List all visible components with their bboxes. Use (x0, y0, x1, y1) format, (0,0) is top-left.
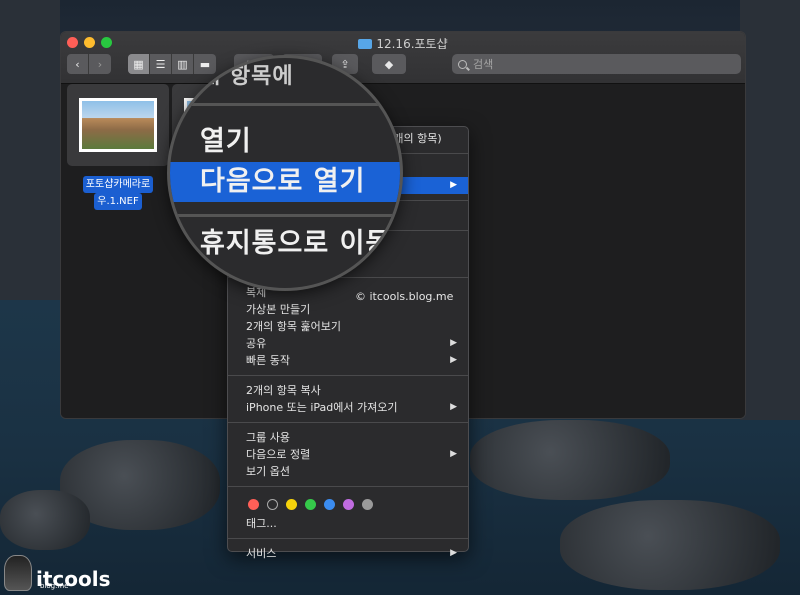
magnified-separator (170, 103, 400, 106)
magnified-open: 열기 (200, 126, 252, 157)
menu-separator (228, 486, 468, 487)
toolbar: ‹ › ▦ ☰ ▥ ▬ ▦▾ ✱▾ ⇪ ◆ 검색 (67, 54, 741, 74)
file-item[interactable]: 포토샵카메라로 우.1.NEF (67, 84, 169, 210)
menu-item-label: 공유 (246, 337, 267, 350)
submenu-arrow-icon: ▶ (450, 548, 457, 558)
menu-item-label: iPhone 또는 iPad에서 가져오기 (246, 401, 398, 414)
magnified-separator (170, 214, 400, 217)
menu-item-quick-look[interactable]: 2개의 항목 훑어보기 (228, 318, 468, 335)
menu-separator (228, 422, 468, 423)
logo-subtext: blog.me (40, 582, 69, 590)
wallpaper-cliff-left (0, 0, 60, 300)
magnifier-callout: 개 항목에 열기 다음으로 열기 휴지통으로 이동 (170, 58, 400, 288)
menu-item-sort-by[interactable]: 다음으로 정렬 ▶ (228, 446, 468, 463)
file-label: 포토샵카메라로 우.1.NEF (67, 176, 169, 210)
avatar (4, 555, 32, 591)
tag-blue[interactable] (324, 498, 335, 510)
photo-thumbnail (79, 98, 157, 152)
back-button[interactable]: ‹ (67, 54, 89, 74)
tag-red[interactable] (248, 498, 259, 510)
menu-separator (228, 538, 468, 539)
submenu-arrow-icon: ▶ (450, 338, 457, 348)
wallpaper-rock (0, 490, 90, 550)
nav-buttons: ‹ › (67, 54, 111, 74)
menu-item-quick-actions[interactable]: 빠른 동작 ▶ (228, 352, 468, 369)
submenu-arrow-icon: ▶ (450, 402, 457, 412)
menu-item-label: 서비스 (246, 547, 277, 560)
magnified-open-with: 다음으로 열기 (170, 162, 400, 202)
watermark-text: © itcools.blog.me (355, 290, 454, 303)
menu-item-use-groups[interactable]: 그룹 사용 (228, 429, 468, 446)
file-label-line: 포토샵카메라로 (82, 176, 154, 193)
wallpaper-cliff-right (740, 0, 800, 420)
icon-view-button[interactable]: ▦ (128, 54, 150, 74)
menu-item-services[interactable]: 서비스 ▶ (228, 545, 468, 562)
search-icon (458, 59, 467, 69)
menu-item-import-from-iphone[interactable]: iPhone 또는 iPad에서 가져오기 ▶ (228, 399, 468, 416)
menu-item-tags[interactable]: 태그... (228, 515, 468, 532)
folder-icon (358, 39, 373, 49)
menu-item-view-options[interactable]: 보기 옵션 (228, 463, 468, 480)
magnified-partial-text: 개 항목에 (200, 64, 294, 89)
tag-color-row (228, 493, 468, 515)
search-placeholder: 검색 (473, 58, 494, 71)
submenu-arrow-icon: ▶ (450, 449, 457, 459)
magnified-move-to-trash: 휴지통으로 이동 (200, 228, 392, 259)
menu-item-share[interactable]: 공유 ▶ (228, 335, 468, 352)
tag-green[interactable] (305, 498, 316, 510)
window-title: 12.16.포토샵 (61, 35, 745, 52)
wallpaper-rock (470, 420, 670, 500)
tag-purple[interactable] (343, 498, 354, 510)
menu-item-label: 다음으로 정렬 (246, 448, 311, 461)
submenu-arrow-icon: ▶ (450, 180, 457, 190)
tag-none[interactable] (267, 498, 278, 510)
title-bar: 12.16.포토샵 ‹ › ▦ ☰ ▥ ▬ ▦▾ ✱▾ ⇪ ◆ 검색 (61, 32, 745, 84)
file-thumbnail-box (67, 84, 169, 166)
menu-item-label: 빠른 동작 (246, 354, 290, 367)
file-label-line: 우.1.NEF (94, 193, 142, 210)
search-field[interactable]: 검색 (452, 54, 741, 74)
wallpaper-rock (560, 500, 780, 590)
menu-separator (228, 375, 468, 376)
tag-yellow[interactable] (286, 498, 297, 510)
window-title-text: 12.16.포토샵 (376, 37, 448, 51)
tag-gray[interactable] (362, 498, 373, 510)
submenu-arrow-icon: ▶ (450, 355, 457, 365)
blog-logo: itcools blog.me (4, 555, 111, 591)
menu-item-copy-items[interactable]: 2개의 항목 복사 (228, 382, 468, 399)
list-view-button[interactable]: ☰ (150, 54, 172, 74)
menu-item-make-alias[interactable]: 가상본 만들기 (228, 301, 468, 318)
forward-button[interactable]: › (89, 54, 111, 74)
